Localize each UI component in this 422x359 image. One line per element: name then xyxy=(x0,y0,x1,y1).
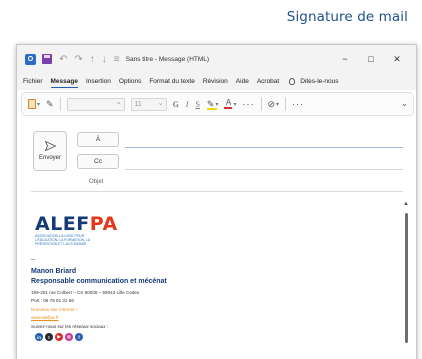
linkedin-icon[interactable]: in xyxy=(35,333,43,341)
chevron-down-icon: ▾ xyxy=(37,101,41,108)
italic-button[interactable]: I xyxy=(186,100,189,109)
menu-revision[interactable]: Révision xyxy=(203,78,228,85)
clipboard-icon xyxy=(28,99,36,109)
bold-button[interactable]: G xyxy=(173,100,179,109)
send-button[interactable]: Envoyer xyxy=(33,131,67,171)
alefpa-logo: ALEFPA xyxy=(35,213,118,235)
to-field[interactable] xyxy=(125,147,403,148)
to-button[interactable]: À xyxy=(77,132,119,147)
menu-bar: Fichier Message Insertion Options Format… xyxy=(17,73,416,90)
tell-me-search[interactable]: Dites-le-nous xyxy=(289,78,346,85)
ribbon-toolbar: ▾ ✎ 11 G I S ✎ ▾ A ▾ ··· ⊘ ▾ ··· ⌄ xyxy=(21,92,414,116)
signature-website-link[interactable]: www.alefpa.fr xyxy=(31,315,59,320)
facebook-icon[interactable]: f xyxy=(75,333,83,341)
signature-website-label: Nouveau site internet ! xyxy=(31,307,77,312)
more-commands-button[interactable]: ··· xyxy=(292,99,304,109)
signature-address: 199-201 rue Colbert – CS 60036 – 59043 L… xyxy=(31,290,140,295)
signature-separator: -- xyxy=(31,257,35,263)
font-size-select[interactable]: 11 xyxy=(130,97,167,111)
expand-ribbon-icon[interactable]: ⌄ xyxy=(401,99,408,108)
scrollbar[interactable] xyxy=(405,213,408,343)
paperclip-icon: ⊘ xyxy=(267,98,276,109)
page-heading: Signature de mail xyxy=(286,9,408,25)
font-color-label: A xyxy=(225,98,232,107)
send-arrow-icon xyxy=(44,141,56,151)
subject-label: Objet xyxy=(89,179,104,185)
window-title: Sans titre - Message (HTML) xyxy=(125,55,210,63)
divider xyxy=(59,97,61,111)
divider xyxy=(260,97,262,111)
menu-insertion[interactable]: Insertion xyxy=(86,78,111,85)
logo-tagline: Association lilloise pour l'éducation, l… xyxy=(35,234,90,247)
undo-icon[interactable]: ↶ xyxy=(59,54,67,65)
subject-field[interactable] xyxy=(31,191,403,192)
format-painter-icon[interactable]: ✎ xyxy=(46,99,54,110)
menu-aide[interactable]: Aide xyxy=(236,78,249,85)
instagram-icon[interactable]: ◎ xyxy=(65,333,73,341)
scroll-up-icon[interactable]: ▲ xyxy=(403,201,409,207)
more-formatting-button[interactable]: ··· xyxy=(243,99,255,109)
down-icon[interactable]: ↓ xyxy=(102,54,107,65)
lightbulb-icon xyxy=(289,78,296,85)
attach-file-button[interactable]: ⊘ ▾ xyxy=(268,99,280,110)
menu-options[interactable]: Options xyxy=(119,78,141,85)
menu-acrobat[interactable]: Acrobat xyxy=(257,78,279,85)
signature-name: Manon Briard xyxy=(31,268,77,275)
send-label: Envoyer xyxy=(38,155,61,161)
outlook-app-icon: O xyxy=(25,53,36,65)
font-color-button[interactable]: A ▾ xyxy=(224,98,237,109)
social-icons: in t ▶ ◎ f xyxy=(35,333,83,341)
chevron-down-icon: ▾ xyxy=(276,101,280,108)
chevron-down-icon: ▾ xyxy=(215,101,219,108)
customize-toolbar-icon[interactable]: ≡ xyxy=(114,54,120,65)
underline-button[interactable]: S xyxy=(195,100,199,109)
font-family-select[interactable] xyxy=(66,97,125,111)
cc-field[interactable] xyxy=(125,169,403,170)
close-button[interactable]: ✕ xyxy=(384,54,410,65)
highlight-button[interactable]: ✎ ▾ xyxy=(206,99,219,110)
youtube-icon[interactable]: ▶ xyxy=(55,333,63,341)
outlook-compose-window: O ↶ ↷ ↑ ↓ ≡ Sans titre - Message (HTML) … xyxy=(16,44,417,359)
divider xyxy=(285,97,287,111)
tell-me-label: Dites-le-nous xyxy=(300,78,339,85)
up-icon[interactable]: ↑ xyxy=(90,54,95,65)
signature-social-label: Suivez-nous sur les réseaux sociaux : xyxy=(31,324,109,329)
cc-button[interactable]: Cc xyxy=(77,154,119,169)
twitter-icon[interactable]: t xyxy=(45,333,53,341)
title-bar: O ↶ ↷ ↑ ↓ ≡ Sans titre - Message (HTML) … xyxy=(17,45,416,73)
chevron-down-icon: ▾ xyxy=(233,101,237,108)
menu-format-du-texte[interactable]: Format du texte xyxy=(149,78,195,85)
font-color-swatch xyxy=(224,107,233,109)
menu-message[interactable]: Message xyxy=(50,78,79,88)
save-icon[interactable] xyxy=(42,54,52,64)
maximize-button[interactable]: □ xyxy=(358,54,384,64)
minimize-button[interactable]: − xyxy=(332,54,358,64)
redo-icon[interactable]: ↷ xyxy=(74,54,82,65)
paste-button[interactable]: ▾ xyxy=(28,99,40,109)
signature-role: Responsable communication et mécénat xyxy=(31,278,167,285)
signature-phone: Port : 06 78 91 31 66 xyxy=(31,298,74,303)
highlight-color-swatch xyxy=(206,107,217,110)
menu-fichier[interactable]: Fichier xyxy=(23,78,43,85)
